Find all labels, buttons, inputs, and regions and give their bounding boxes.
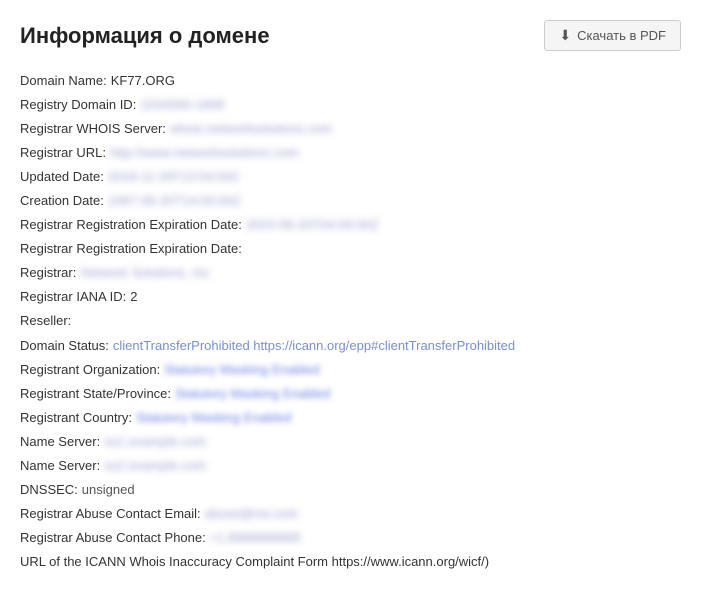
table-row: Registrar URL:http://www.networksolution… [20,141,681,165]
whois-label: Name Server: [20,454,100,478]
whois-label: Registrar Registration Expiration Date: [20,237,242,261]
pdf-button-label: Скачать в PDF [577,28,666,43]
whois-label: Name Server: [20,430,100,454]
table-row: Domain Status:clientTransferProhibited h… [20,334,681,358]
download-icon: ⬇ [559,27,571,44]
whois-value: 2 [130,285,137,309]
table-row: Registrar Registration Expiration Date: [20,237,681,261]
whois-label: Registrar: [20,261,76,285]
whois-label: Domain Name: [20,69,107,93]
whois-value: Statutory Masking Enabled [136,406,291,430]
whois-value: ns1.example.com [104,430,206,454]
table-row: Registrar IANA ID:2 [20,285,681,309]
whois-value: Statutory Masking Enabled [175,382,330,406]
whois-value: 1034560-1808 [140,93,224,117]
table-row: Updated Date:2018-11-29T13:54:002 [20,165,681,189]
whois-label: Registrar Abuse Contact Phone: [20,526,206,550]
whois-label: Registrant Organization: [20,358,160,382]
whois-value: unsigned [82,478,135,502]
table-row: Name Server:ns1.example.com [20,430,681,454]
table-row: Name Server:ns2.example.com [20,454,681,478]
table-row: Registrar:Network Solutions, Inc [20,261,681,285]
page-header: Информация о домене ⬇ Скачать в PDF [20,20,681,51]
whois-label: URL of the ICANN Whois Inaccuracy Compla… [20,550,489,574]
whois-value: clientTransferProhibited https://icann.o… [113,334,515,358]
page-title: Информация о домене [20,23,270,49]
table-row: Reseller: [20,309,681,333]
whois-value: whois.networksolutions.com [170,117,332,141]
whois-label: Registrar IANA ID: [20,285,126,309]
whois-label: Registrar WHOIS Server: [20,117,166,141]
whois-label: Registry Domain ID: [20,93,136,117]
whois-label: Creation Date: [20,189,104,213]
table-row: DNSSEC:unsigned [20,478,681,502]
table-row: Registrant Organization:Statutory Maskin… [20,358,681,382]
whois-value: http://www.networksolutions.com [110,141,299,165]
whois-value: +1.8888888888 [210,526,301,550]
table-row: URL of the ICANN Whois Inaccuracy Compla… [20,550,681,574]
table-row: Registrant Country:Statutory Masking Ena… [20,406,681,430]
whois-content: Domain Name:KF77.ORGRegistry Domain ID:1… [20,69,681,574]
whois-label: Registrant Country: [20,406,132,430]
whois-label: Reseller: [20,309,71,333]
whois-label: DNSSEC: [20,478,78,502]
table-row: Domain Name:KF77.ORG [20,69,681,93]
table-row: Registrar Abuse Contact Phone:+1.8888888… [20,526,681,550]
table-row: Registry Domain ID:1034560-1808 [20,93,681,117]
whois-value: abuse@nsi.com [205,502,298,526]
table-row: Registrant State/Province:Statutory Mask… [20,382,681,406]
pdf-download-button[interactable]: ⬇ Скачать в PDF [544,20,681,51]
table-row: Registrar Registration Expiration Date:2… [20,213,681,237]
whois-label: Registrar Abuse Contact Email: [20,502,201,526]
whois-value: 2018-11-29T13:54:002 [108,165,239,189]
table-row: Registrar WHOIS Server:whois.networksolu… [20,117,681,141]
whois-value: Network Solutions, Inc [80,261,209,285]
whois-label: Registrar URL: [20,141,106,165]
whois-value: ns2.example.com [104,454,206,478]
table-row: Creation Date:1997-06-20T14:00:00Z [20,189,681,213]
table-row: Registrar Abuse Contact Email:abuse@nsi.… [20,502,681,526]
whois-value: KF77.ORG [111,69,175,93]
whois-label: Registrar Registration Expiration Date: [20,213,242,237]
whois-label: Domain Status: [20,334,109,358]
whois-value: Statutory Masking Enabled [164,358,319,382]
whois-label: Updated Date: [20,165,104,189]
whois-value: 1997-06-20T14:00:00Z [108,189,241,213]
whois-label: Registrant State/Province: [20,382,171,406]
whois-value: 2023-06-20T04:00:00Z [246,213,379,237]
